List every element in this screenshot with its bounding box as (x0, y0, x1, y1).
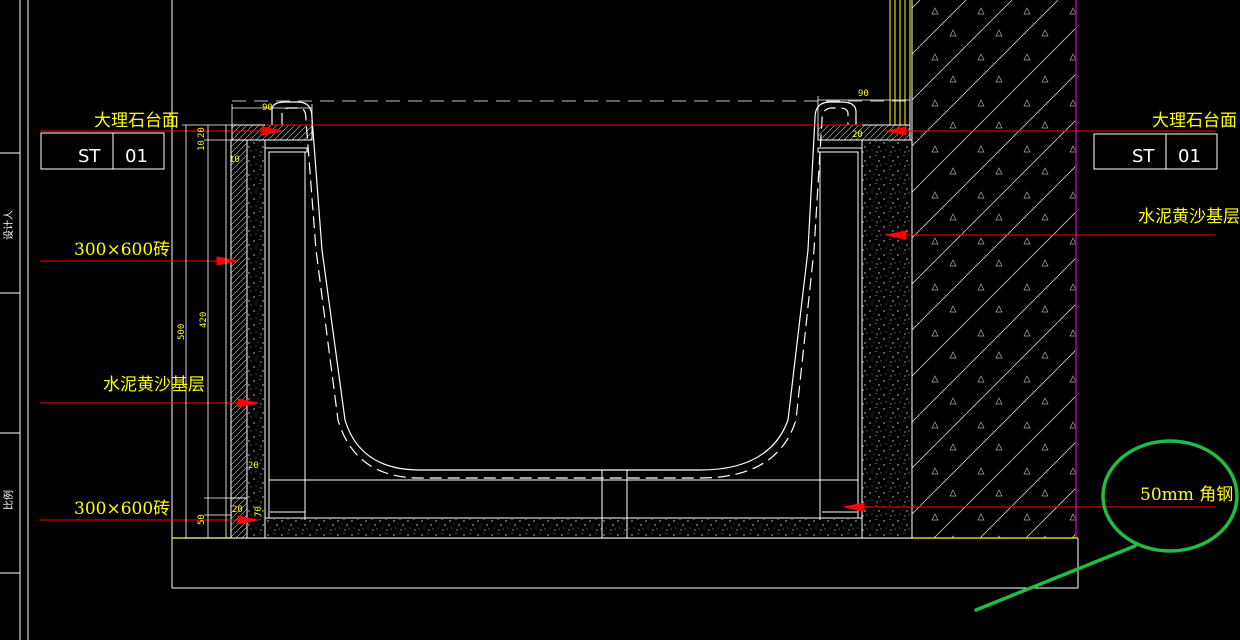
sheet-side-panel: 设计人 比例 (0, 0, 29, 640)
dim-bottom-20b: 20 (232, 505, 243, 515)
tag-right-num: 01 (1178, 146, 1201, 167)
tag-left-code: ST (78, 146, 101, 167)
label-tile-upper[interactable]: 300×600砖 (74, 240, 170, 260)
material-tag-right[interactable]: ST 01 (1093, 133, 1218, 170)
cad-drawing-canvas[interactable]: 设计人 比例 90 90 10 20 10 500 420 20 20 70 5… (0, 0, 1240, 640)
angle-steel-supports (265, 147, 862, 538)
dim-right-20: 20 (852, 130, 863, 140)
tag-right-code: ST (1132, 146, 1155, 167)
side-text-lower: 比例 (2, 490, 15, 510)
dim-edge-10: 10 (229, 155, 240, 165)
label-marble-top-right[interactable]: 大理石台面 (1152, 111, 1237, 131)
label-tile-lower[interactable]: 300×600砖 (74, 499, 170, 519)
label-cement-base-right[interactable]: 水泥黄沙基层 (1138, 207, 1240, 227)
side-text-upper: 设计人 (2, 210, 15, 240)
dim-bottom-20a: 20 (248, 461, 259, 471)
label-angle-steel[interactable]: 50mm 角钢 (1140, 485, 1233, 505)
sink-basin (232, 100, 912, 479)
dim-bottom-70: 70 (254, 506, 264, 517)
dim-top-left: 90 (262, 103, 273, 113)
dimension-lines (182, 96, 911, 539)
dimension-texts: 90 90 10 20 10 500 420 20 20 70 50 20 (177, 89, 869, 525)
tile-cladding (230, 139, 248, 539)
tag-left-num: 01 (125, 146, 148, 167)
dim-slab-20: 20 (197, 127, 207, 138)
dim-overall-height: 500 (177, 324, 187, 340)
label-marble-top-left[interactable]: 大理石台面 (94, 111, 179, 131)
dim-tile-height: 420 (199, 312, 209, 328)
dim-bottom-50: 50 (197, 514, 207, 525)
label-cement-base-left[interactable]: 水泥黄沙基层 (103, 375, 205, 395)
dim-slab-10: 10 (197, 140, 207, 151)
dim-top-right: 90 (858, 89, 869, 99)
marble-top-slabs (231, 124, 911, 141)
material-tag-left[interactable]: ST 01 (40, 132, 165, 170)
markup-arrow-stroke (974, 544, 1137, 612)
concrete-wall (889, 0, 1077, 538)
